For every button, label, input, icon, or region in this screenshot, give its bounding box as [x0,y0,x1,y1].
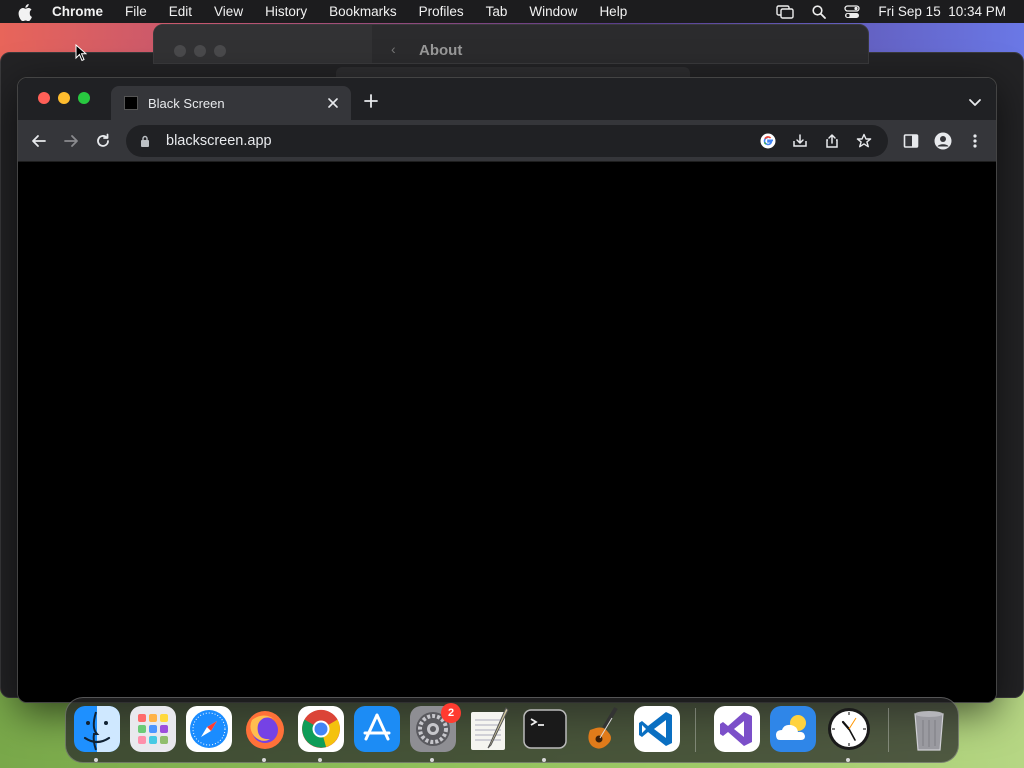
tab-search-chevron-icon[interactable] [968,95,982,106]
tab-close-icon[interactable] [325,95,341,111]
screen-mirroring-icon[interactable] [776,4,795,19]
garageband-icon[interactable] [578,706,624,752]
menu-window[interactable]: Window [529,4,577,19]
menu-file[interactable]: File [125,4,147,19]
dock-separator [695,708,696,752]
terminal-icon[interactable] [522,706,568,752]
chrome-menu-icon[interactable] [966,132,984,150]
menu-edit[interactable]: Edit [169,4,192,19]
firefox-icon[interactable] [242,706,288,752]
share-icon[interactable] [824,133,840,149]
textedit-icon[interactable] [466,706,512,752]
google-lens-icon[interactable] [760,133,776,149]
app-store-icon[interactable] [354,706,400,752]
safari-icon[interactable] [186,706,232,752]
background-window-title: About [419,42,463,59]
launchpad-icon[interactable] [130,706,176,752]
tab-black-screen[interactable]: Black Screen [111,86,351,120]
tab-bar: Black Screen [18,78,996,120]
terminal-running-dot [542,758,546,762]
menu-history[interactable]: History [265,4,307,19]
browser-toolbar: blackscreen.app [18,120,996,162]
background-back-icon: ‹ [391,41,396,57]
chrome-running-dot [318,758,322,762]
menu-view[interactable]: View [214,4,243,19]
menu-bookmarks[interactable]: Bookmarks [329,4,397,19]
bookmark-star-icon[interactable] [856,133,872,149]
control-center-icon[interactable] [844,4,861,19]
back-arrow-icon[interactable] [30,132,48,150]
minimize-window-button[interactable] [58,92,70,104]
menu-tab[interactable]: Tab [486,4,508,19]
install-app-icon[interactable] [792,133,808,149]
finder-icon[interactable] [74,706,120,752]
vscode-icon[interactable] [634,706,680,752]
zoom-window-button[interactable] [78,92,90,104]
side-panel-icon[interactable] [902,132,920,150]
spotlight-search-icon[interactable] [812,4,827,19]
background-settings-window: ‹ About [153,24,869,64]
menu-profiles[interactable]: Profiles [419,4,464,19]
weather-icon[interactable] [770,706,816,752]
trash-icon[interactable] [906,706,952,752]
background-minimize-dot [194,45,206,57]
menu-clock[interactable]: Fri Sep 15 10:34 PM [878,4,1006,19]
apple-menu-icon[interactable] [18,3,36,21]
new-tab-icon[interactable] [363,93,379,109]
lock-icon[interactable] [140,134,152,148]
reload-icon[interactable] [94,132,112,150]
menu-bar: Chrome File Edit View History Bookmarks … [0,0,1024,23]
clock-icon[interactable] [826,706,872,752]
menu-help[interactable]: Help [599,4,627,19]
mouse-pointer-icon [75,43,88,62]
background-zoom-dot [214,45,226,57]
system-settings-running-dot [430,758,434,762]
page-viewport-black-screen[interactable] [18,163,996,702]
finder-running-dot [94,758,98,762]
background-close-dot [174,45,186,57]
tab-title: Black Screen [148,95,225,111]
forward-arrow-icon[interactable] [62,132,80,150]
firefox-running-dot [262,758,266,762]
chrome-app-icon[interactable] [298,706,344,752]
address-bar[interactable]: blackscreen.app [126,125,888,157]
system-settings-badge: 2 [441,703,461,723]
url-text[interactable]: blackscreen.app [166,133,888,149]
menu-app-name[interactable]: Chrome [52,4,103,19]
visual-studio-icon[interactable] [714,706,760,752]
profile-avatar-icon[interactable] [934,132,952,150]
background-settings-sidebar [154,25,372,63]
chrome-window: Black Screen blackscreen.app [17,77,997,703]
dock-separator-trash [888,708,889,752]
dock: 2 [65,697,959,763]
close-window-button[interactable] [38,92,50,104]
clock-running-dot [846,758,850,762]
tab-favicon-icon [124,96,138,110]
